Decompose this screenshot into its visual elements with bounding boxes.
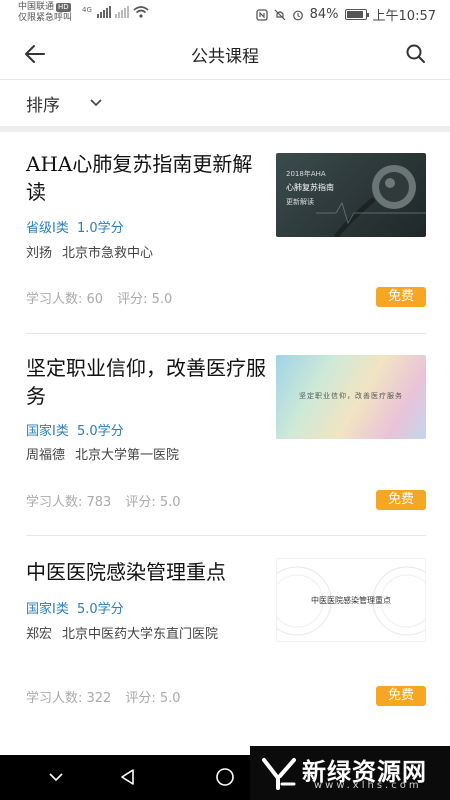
course-stats: 学习人数: 60 评分: 5.0 <box>26 288 172 307</box>
nav-back-icon[interactable] <box>117 766 139 788</box>
nav-collapse-icon[interactable] <box>45 766 67 788</box>
course-card[interactable]: 中医医院感染管理重点 国家I类 5.0学分 郑宏 北京中医药大学东直门医院 学习人… <box>0 536 450 748</box>
course-credit-value: 1.0学分 <box>76 221 124 236</box>
course-thumbnail: 坚定职业信仰，改善医疗服务 <box>276 355 426 439</box>
nfc-icon <box>255 8 268 21</box>
course-title: 坚定职业信仰，改善医疗服务 <box>26 356 266 408</box>
hd-badge: HD <box>56 3 71 12</box>
course-credit: 国家I类 5.0学分 <box>26 420 128 439</box>
page-title: 公共课程 <box>191 47 259 67</box>
course-stats: 学习人数: 322 评分: 5.0 <box>26 687 181 706</box>
sort-dropdown[interactable]: 排序 <box>0 80 450 126</box>
free-badge: 免费 <box>376 686 426 706</box>
emergency-only: 仅限紧急呼叫 <box>18 13 73 23</box>
alarm-icon <box>292 10 303 20</box>
thumb-caption: 坚定职业信仰，改善医疗服务 <box>299 392 403 400</box>
status-bar: 中国联通 HD 仅限紧急呼叫 4G 84% 上午10:57 <box>0 0 450 28</box>
carrier-info: 中国联通 HD 仅限紧急呼叫 <box>18 2 72 24</box>
course-credit: 国家I类 5.0学分 <box>26 598 128 617</box>
watermark-banner: 新绿资源网 www.xlhs.com <box>250 746 450 800</box>
battery-percent: 84% <box>309 7 339 22</box>
course-author: 郑宏 北京中医药大学东直门医院 <box>26 625 266 645</box>
course-thumbnail: 中医医院感染管理重点 <box>276 558 426 642</box>
course-rating: 评分: 5.0 <box>125 495 181 510</box>
author-name: 刘扬 <box>26 246 53 261</box>
mute-icon <box>274 9 286 20</box>
author-institution: 北京市急救中心 <box>62 246 154 261</box>
course-title: AHA心肺复苏指南更新解读 <box>26 152 253 204</box>
app-header: 公共课程 <box>0 28 450 80</box>
author-institution: 北京大学第一医院 <box>75 448 180 463</box>
course-level: 省级I类 <box>26 221 69 236</box>
course-rating: 评分: 5.0 <box>125 691 181 706</box>
status-right: 84% 上午10:57 <box>255 5 436 24</box>
wifi-icon <box>133 6 149 18</box>
learner-count: 学习人数: 322 <box>26 691 112 706</box>
free-badge: 免费 <box>376 287 426 307</box>
course-level: 国家I类 <box>26 602 69 617</box>
brand-logo-icon <box>262 758 296 790</box>
clock: 上午10:57 <box>372 9 436 24</box>
course-credit-value: 5.0学分 <box>76 602 124 617</box>
course-author: 周福德 北京大学第一医院 <box>26 446 266 466</box>
course-credit-value: 5.0学分 <box>76 424 124 439</box>
thumb-caption: 中医医院感染管理重点 <box>311 596 391 605</box>
chevron-down-icon <box>90 99 102 107</box>
course-thumbnail: 2018年AHA 心肺复苏指南 更新解读 <box>276 153 426 237</box>
free-badge: 免费 <box>376 490 426 510</box>
signal-icon <box>96 6 111 18</box>
thumb-line-1: 2018年AHA <box>286 170 326 178</box>
author-institution: 北京中医药大学东直门医院 <box>62 627 219 642</box>
thumb-line-2: 心肺复苏指南 <box>286 183 334 192</box>
learner-count: 学习人数: 783 <box>26 495 112 510</box>
search-icon[interactable] <box>404 42 428 66</box>
battery-icon <box>344 9 369 20</box>
signal-icon-2 <box>114 6 129 18</box>
author-name: 周福德 <box>26 448 66 463</box>
course-rating: 评分: 5.0 <box>117 292 173 307</box>
course-author: 刘扬 北京市急救中心 <box>26 244 266 264</box>
sort-label: 排序 <box>26 96 60 116</box>
network-type: 4G <box>82 6 92 14</box>
course-title: 中医医院感染管理重点 <box>26 560 226 584</box>
learner-count: 学习人数: 60 <box>26 292 104 307</box>
course-credit: 省级I类 1.0学分 <box>26 217 128 236</box>
carrier-name: 中国联通 <box>18 2 55 12</box>
course-level: 国家I类 <box>26 424 69 439</box>
signal-icons: 4G <box>82 6 149 18</box>
nav-home-icon[interactable] <box>214 766 236 788</box>
thumb-line-3: 更新解读 <box>286 198 314 206</box>
brand-url: www.xlhs.com <box>314 780 422 791</box>
course-stats: 学习人数: 783 评分: 5.0 <box>26 491 181 510</box>
author-name: 郑宏 <box>26 627 53 642</box>
course-card[interactable]: AHA心肺复苏指南更新解读 省级I类 1.0学分 刘扬 北京市急救中心 学习人数:… <box>0 132 450 334</box>
course-card[interactable]: 坚定职业信仰，改善医疗服务 国家I类 5.0学分 周福德 北京大学第一医院 学习人… <box>0 334 450 536</box>
